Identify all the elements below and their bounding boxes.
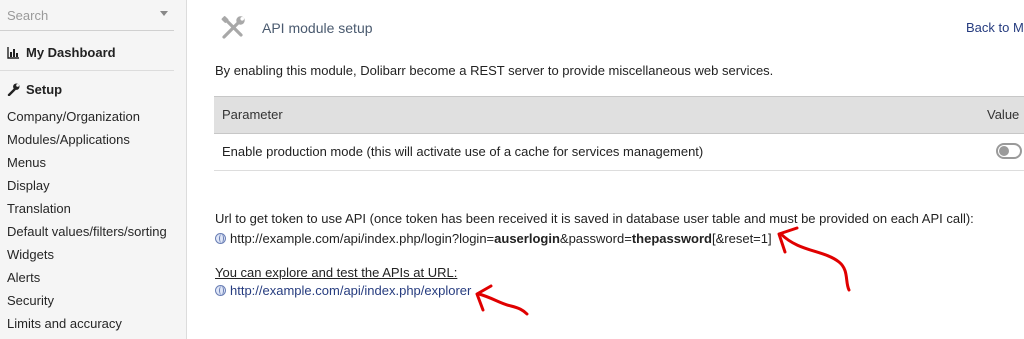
sidebar-item-default-values[interactable]: Default values/filters/sorting xyxy=(7,224,167,239)
explorer-url-row: http://example.com/api/index.php/explore… xyxy=(215,283,471,298)
back-to-modules-link[interactable]: Back to Mo xyxy=(966,20,1024,35)
chevron-down-icon[interactable] xyxy=(160,11,168,16)
sidebar-item-limits-accuracy[interactable]: Limits and accuracy xyxy=(7,316,122,331)
module-description: By enabling this module, Dolibarr become… xyxy=(215,63,774,78)
sidebar-item-modules-applications[interactable]: Modules/Applications xyxy=(7,132,130,147)
search-placeholder: Search xyxy=(7,8,49,23)
token-url: http://example.com/api/index.php/login?l… xyxy=(215,231,772,246)
sidebar-item-alerts[interactable]: Alerts xyxy=(7,270,40,285)
bar-chart-icon xyxy=(7,47,19,59)
token-url-part1: http://example.com/api/index.php/login?l… xyxy=(230,231,495,246)
sidebar-item-security[interactable]: Security xyxy=(7,293,54,308)
annotation-arrow-token xyxy=(777,226,851,292)
token-url-note: Url to get token to use API (once token … xyxy=(215,211,974,226)
token-url-password: thepassword xyxy=(631,231,712,246)
token-url-login: auserlogin xyxy=(494,231,560,246)
token-url-part2: &password= xyxy=(559,231,632,246)
menu-setup[interactable]: Setup xyxy=(7,82,62,97)
table-header: Parameter Value xyxy=(214,96,1024,134)
explore-note: You can explore and test the APIs at URL… xyxy=(215,265,458,280)
search-select[interactable]: Search xyxy=(0,0,174,31)
globe-icon xyxy=(215,285,226,296)
main-content: API module setup Back to Mo By enabling … xyxy=(187,0,1024,339)
sidebar-item-translation[interactable]: Translation xyxy=(7,201,71,216)
menu-setup-label: Setup xyxy=(26,82,63,97)
annotation-arrow-explorer xyxy=(475,284,529,316)
explorer-url-link[interactable]: http://example.com/api/index.php/explore… xyxy=(230,283,471,298)
column-header-parameter: Parameter xyxy=(222,107,283,122)
tools-icon xyxy=(221,16,245,39)
menu-my-dashboard-label: My Dashboard xyxy=(26,45,116,60)
wrench-icon xyxy=(7,83,20,96)
table-row: Enable production mode (this will activa… xyxy=(214,133,1024,171)
parameter-label: Enable production mode (this will activa… xyxy=(222,144,704,159)
toggle-off-icon[interactable] xyxy=(996,143,1022,159)
left-sidebar: Search My Dashboard Setup Company/Organi… xyxy=(0,0,187,339)
page-title: API module setup xyxy=(262,20,373,36)
sidebar-item-menus[interactable]: Menus xyxy=(7,155,46,170)
globe-icon xyxy=(215,233,226,244)
sidebar-divider xyxy=(0,70,174,71)
sidebar-item-display[interactable]: Display xyxy=(7,178,50,193)
menu-my-dashboard[interactable]: My Dashboard xyxy=(7,45,116,60)
toggle-knob xyxy=(999,146,1009,156)
column-header-value: Value xyxy=(987,107,1020,122)
sidebar-item-company-organization[interactable]: Company/Organization xyxy=(7,109,140,124)
sidebar-item-widgets[interactable]: Widgets xyxy=(7,247,54,262)
token-url-part3: [&reset=1] xyxy=(712,231,772,246)
